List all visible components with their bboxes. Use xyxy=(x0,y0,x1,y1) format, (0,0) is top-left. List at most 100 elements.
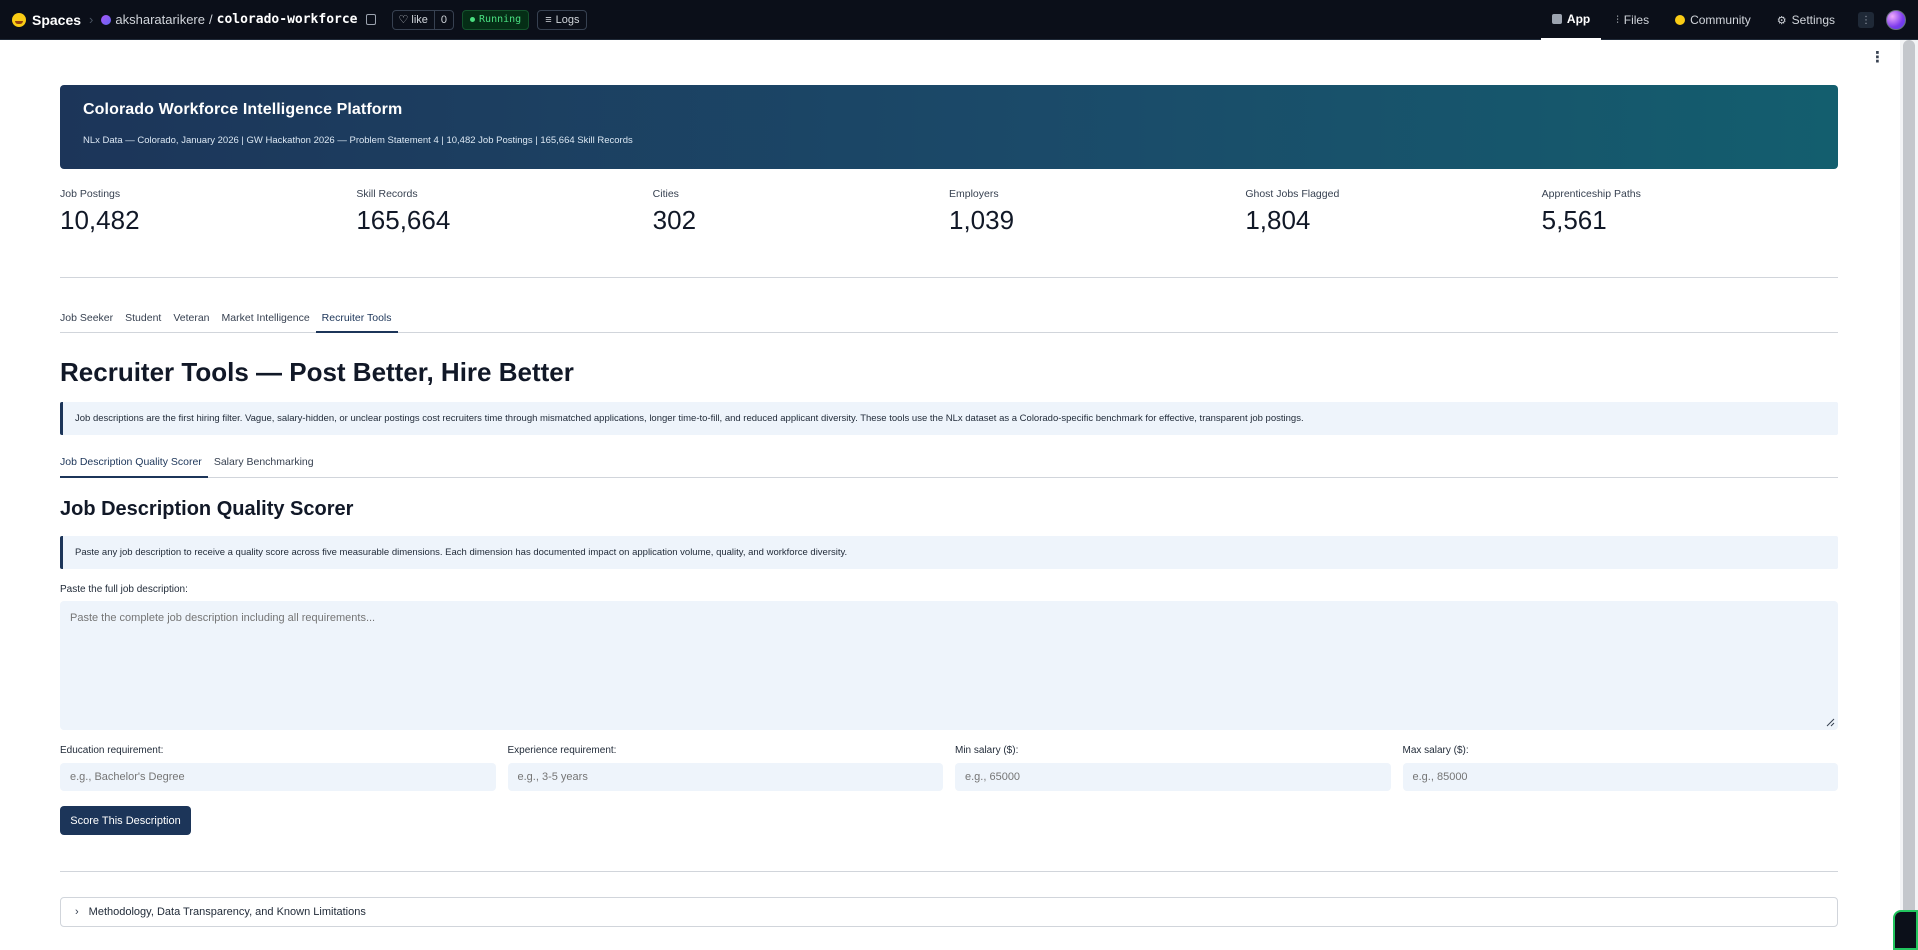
nav-tab-files[interactable]: ⫶ Files xyxy=(1605,0,1660,40)
section-title: Recruiter Tools — Post Better, Hire Bett… xyxy=(60,357,574,387)
nav-tab-label: Settings xyxy=(1791,13,1835,27)
stat-apprenticeship-paths: Apprenticeship Paths 5,561 xyxy=(1542,188,1838,236)
app-icon xyxy=(1551,14,1562,24)
education-field-group: Education requirement: xyxy=(60,745,496,791)
page-scrollbar[interactable] xyxy=(1900,40,1918,950)
stat-skill-records: Skill Records 165,664 xyxy=(356,188,652,236)
nav-tab-label: Community xyxy=(1690,13,1751,27)
stat-value: 165,664 xyxy=(356,205,451,235)
stat-label: Ghost Jobs Flagged xyxy=(1245,188,1340,200)
path-slash: / xyxy=(209,12,213,27)
scorer-info-callout: Paste any job description to receive a q… xyxy=(60,536,1838,569)
max-salary-field-group: Max salary ($): xyxy=(1402,745,1838,791)
logs-button[interactable]: ≡ Logs xyxy=(537,9,588,30)
resize-handle-icon[interactable] xyxy=(1826,718,1835,727)
like-button[interactable]: ♡ like 0 xyxy=(391,9,455,30)
app-subtitle: NLx Data — Colorado, January 2026 | GW H… xyxy=(83,135,633,146)
max-salary-label: Max salary ($): xyxy=(1402,745,1469,756)
min-salary-label: Min salary ($): xyxy=(955,745,1019,756)
job-description-textarea[interactable] xyxy=(60,601,1838,730)
community-icon xyxy=(1675,15,1686,25)
like-label: like xyxy=(411,13,428,26)
stat-label: Apprenticeship Paths xyxy=(1541,188,1641,200)
logs-icon: ≡ xyxy=(545,13,552,26)
max-salary-input[interactable] xyxy=(1402,763,1838,791)
like-count: 0 xyxy=(433,10,453,29)
owner-link[interactable]: aksharatarikere xyxy=(115,12,205,27)
app-header-banner: Colorado Workforce Intelligence Platform… xyxy=(60,85,1838,169)
scorer-info-text: Paste any job description to receive a q… xyxy=(75,547,848,558)
experience-label: Experience requirement: xyxy=(507,745,617,756)
copy-icon[interactable] xyxy=(365,14,376,25)
app-page xyxy=(0,40,1900,950)
hf-spaces-header: Spaces › aksharatarikere / colorado-work… xyxy=(0,0,1918,40)
owner-avatar-icon xyxy=(101,14,112,25)
stats-row: Job Postings 10,482 Skill Records 165,66… xyxy=(60,188,1838,236)
tab-student[interactable]: Student xyxy=(119,310,167,333)
nav-tab-community[interactable]: Community xyxy=(1664,0,1762,40)
status-label: Running xyxy=(479,14,522,25)
stat-value: 5,561 xyxy=(1541,205,1607,235)
tab-market-intelligence[interactable]: Market Intelligence xyxy=(216,310,316,333)
education-label: Education requirement: xyxy=(60,745,164,756)
stat-value: 1,039 xyxy=(948,205,1015,235)
stat-label: Cities xyxy=(652,188,679,200)
floating-widget[interactable] xyxy=(1893,910,1918,950)
section-info-callout: Job descriptions are the first hiring fi… xyxy=(60,402,1838,435)
stat-label: Job Postings xyxy=(60,188,121,200)
score-description-button[interactable]: Score This Description xyxy=(60,806,191,835)
more-menu-icon[interactable]: ⋮ xyxy=(1858,12,1874,28)
stat-job-postings: Job Postings 10,482 xyxy=(60,188,356,236)
stat-employers: Employers 1,039 xyxy=(949,188,1245,236)
accordion-label: Methodology, Data Transparency, and Know… xyxy=(88,906,366,918)
separator: › xyxy=(89,12,94,27)
status-badge[interactable]: Running xyxy=(462,9,530,30)
subtab-salary-benchmarking[interactable]: Salary Benchmarking xyxy=(208,454,320,478)
subtab-quality-scorer[interactable]: Job Description Quality Scorer xyxy=(60,454,208,478)
repo-link[interactable]: colorado-workforce xyxy=(217,12,358,27)
nav-tab-label: App xyxy=(1566,12,1591,26)
stat-ghost-jobs: Ghost Jobs Flagged 1,804 xyxy=(1245,188,1541,236)
nav-tab-settings[interactable]: ⚙ Settings xyxy=(1766,0,1846,40)
min-salary-input[interactable] xyxy=(955,763,1391,791)
app-title: Colorado Workforce Intelligence Platform xyxy=(83,101,403,118)
divider xyxy=(60,277,1838,278)
chevron-right-icon: › xyxy=(75,906,79,918)
methodology-accordion[interactable]: › Methodology, Data Transparency, and Kn… xyxy=(60,897,1838,927)
tab-veteran[interactable]: Veteran xyxy=(167,310,215,333)
stat-label: Employers xyxy=(948,188,999,200)
tab-job-seeker[interactable]: Job Seeker xyxy=(60,310,119,333)
nav-tab-app[interactable]: App xyxy=(1540,0,1602,40)
files-icon: ⫶ xyxy=(1616,14,1619,26)
experience-input[interactable] xyxy=(507,763,943,791)
like-label-wrap: ♡ like xyxy=(393,11,434,29)
app-options-icon[interactable]: ⋮ xyxy=(1870,50,1885,65)
scorer-title: Job Description Quality Scorer xyxy=(60,498,354,520)
stat-value: 10,482 xyxy=(60,205,140,235)
heart-icon: ♡ xyxy=(398,14,409,26)
stat-value: 302 xyxy=(652,205,697,235)
requirement-fields: Education requirement: Experience requir… xyxy=(60,745,1838,791)
repo-path: aksharatarikere / colorado-workforce xyxy=(101,12,376,27)
spaces-logo[interactable]: Spaces xyxy=(12,12,81,28)
recruiter-subtabs: Job Description Quality Scorer Salary Be… xyxy=(60,454,1838,478)
user-avatar[interactable] xyxy=(1886,10,1906,30)
scrollbar-thumb[interactable] xyxy=(1903,40,1915,920)
divider xyxy=(60,871,1838,872)
nav-tab-label: Files xyxy=(1623,13,1650,27)
experience-field-group: Experience requirement: xyxy=(507,745,943,791)
min-salary-field-group: Min salary ($): xyxy=(955,745,1391,791)
stat-label: Skill Records xyxy=(356,188,418,200)
gear-icon: ⚙ xyxy=(1776,14,1787,27)
logs-label: Logs xyxy=(555,13,580,26)
stat-cities: Cities 302 xyxy=(653,188,949,236)
section-info-text: Job descriptions are the first hiring fi… xyxy=(75,413,1304,424)
tab-recruiter-tools[interactable]: Recruiter Tools xyxy=(315,310,398,333)
education-input[interactable] xyxy=(60,763,496,791)
description-label: Paste the full job description: xyxy=(60,584,188,595)
status-dot-icon xyxy=(470,17,476,22)
stat-value: 1,804 xyxy=(1245,205,1311,235)
brand-label: Spaces xyxy=(32,11,82,28)
hugging-face-icon xyxy=(12,12,26,27)
main-tabs: Job Seeker Student Veteran Market Intell… xyxy=(60,310,1838,333)
